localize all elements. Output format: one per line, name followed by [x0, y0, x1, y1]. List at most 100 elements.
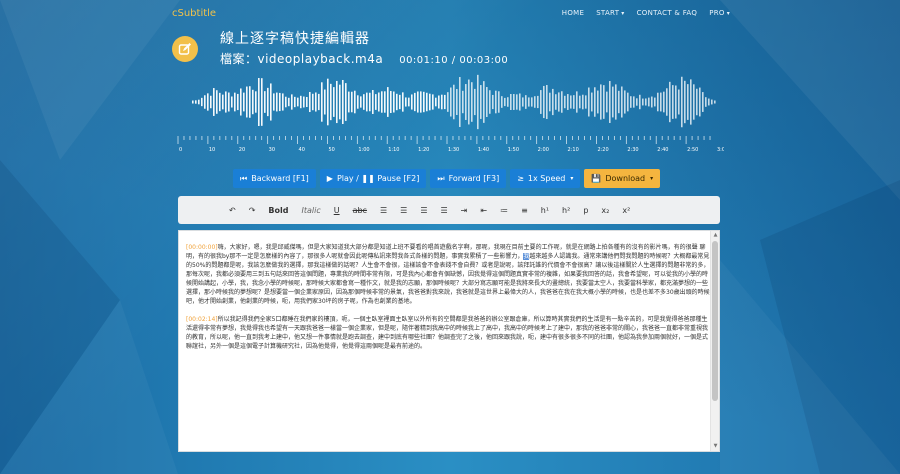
waveform-bar [588, 87, 590, 117]
waveform-bar [315, 92, 317, 112]
undo-icon[interactable]: ↶ [229, 206, 236, 215]
play-pause-button[interactable]: ▶ Play / ❚❚ Pause [F2] [319, 169, 427, 188]
outdent-icon[interactable]: ⇤ [480, 206, 487, 215]
timeline-label: 0 [179, 147, 182, 152]
ordered-list-icon[interactable]: ≔ [500, 206, 508, 215]
align-center-icon[interactable]: ☰ [400, 206, 407, 215]
transcript-editor[interactable]: [00:00:00]嗨，大家好，嗯，我是邱威傑嗎，但是大家知道我大部分都是知道上… [178, 230, 720, 452]
timeline-label: 1:50 [508, 147, 519, 152]
editor-scrollbar[interactable]: ▲ ▼ [710, 231, 719, 451]
waveform-bar [201, 97, 203, 107]
waveform-bar [459, 77, 461, 127]
waveform-bar [651, 96, 653, 108]
waveform-bar [354, 90, 356, 114]
download-dropdown[interactable]: 💾 Download ▾ [584, 169, 661, 188]
italic-button[interactable]: Italic [301, 206, 320, 215]
scroll-up-icon[interactable]: ▲ [712, 232, 719, 239]
indent-icon[interactable]: ⇥ [461, 206, 468, 215]
waveform-bar [513, 94, 515, 110]
waveform-bar [501, 96, 503, 108]
waveform-bar [240, 88, 242, 116]
subscript-button[interactable]: x₂ [601, 206, 609, 215]
audio-waveform[interactable]: 0 10 20 30 40 50 1:00 1:10 1:20 1:30 1:40 1:50 2:00 2… [176, 62, 724, 152]
redo-icon[interactable]: ↷ [249, 206, 256, 215]
waveform-bar [477, 74, 479, 130]
brand-logo[interactable]: cSubtitle [172, 8, 216, 19]
waveform-bar [636, 98, 638, 106]
waveform-bar [429, 93, 431, 111]
waveform-bar [396, 93, 398, 111]
waveform-bar [426, 92, 428, 112]
strikethrough-button[interactable]: abc [353, 206, 367, 215]
paragraph-button[interactable]: p [583, 206, 588, 215]
underline-button[interactable]: U [334, 206, 340, 215]
timeline-label: 2:30 [627, 147, 638, 152]
waveform-bar [471, 82, 473, 122]
waveform-bar [504, 97, 506, 107]
waveform-bar [390, 90, 392, 114]
speed-icon: ≥ [517, 174, 524, 183]
waveform-bar [447, 92, 449, 112]
waveform-bar [615, 84, 617, 120]
waveform-bar [618, 90, 620, 114]
waveform-bar [423, 91, 425, 113]
timeline-label: 3:00 [717, 147, 724, 152]
waveform-bar [417, 91, 419, 113]
align-justify-icon[interactable]: ☰ [440, 206, 447, 215]
waveform-bar [387, 87, 389, 117]
waveform-bar [300, 95, 302, 109]
timestamp[interactable]: [00:00:00] [186, 244, 218, 251]
timestamp[interactable]: [00:02:14] [186, 316, 218, 323]
bold-button[interactable]: Bold [268, 206, 288, 215]
nav-item-pro[interactable]: PRO ▾ [709, 9, 730, 17]
forward-button[interactable]: ⏭ Forward [F3] [430, 169, 507, 188]
waveform-bar [222, 94, 224, 110]
heading-1-button[interactable]: h¹ [541, 206, 549, 215]
waveform-bar [510, 94, 512, 110]
timeline-label: 2:00 [538, 147, 549, 152]
waveform-bar [339, 84, 341, 120]
waveform-bar [573, 95, 575, 109]
waveform-bar [309, 91, 311, 113]
nav-item-contact-faq[interactable]: CONTACT & FAQ [637, 9, 698, 17]
waveform-bar [195, 100, 197, 104]
waveform-bar [435, 97, 437, 107]
waveform-bar [327, 78, 329, 126]
waveform-bar [285, 96, 287, 108]
nav-item-start[interactable]: START ▾ [596, 9, 624, 17]
waveform-bar [495, 90, 497, 114]
speed-dropdown[interactable]: ≥1x Speed ▾ [510, 169, 581, 188]
scroll-down-icon[interactable]: ▼ [712, 443, 719, 450]
waveform-bar [318, 93, 320, 111]
waveform-bar [336, 80, 338, 124]
waveform-bar [492, 94, 494, 110]
align-left-icon[interactable]: ☰ [380, 206, 387, 215]
superscript-button[interactable]: x² [622, 206, 630, 215]
waveform-bar [633, 96, 635, 108]
transcript-paragraph: [00:02:14]所以我記得我們全家5口都睡在我們家的樓頂，呃，一個主臥室裡面… [186, 316, 709, 350]
waveform-bar [654, 97, 656, 107]
align-right-icon[interactable]: ☰ [420, 206, 427, 215]
backward-button[interactable]: ⏮ Backward [F1] [233, 169, 316, 188]
timeline-label: 1:20 [418, 147, 429, 152]
caret-down-icon: ▾ [726, 10, 730, 17]
waveform-bar [231, 96, 233, 108]
waveform-bar [648, 97, 650, 107]
waveform-bar [690, 79, 692, 125]
waveform-bar [534, 96, 536, 108]
waveform-bar [684, 80, 686, 124]
scrollbar-thumb[interactable] [712, 241, 718, 401]
waveform-bar [255, 91, 257, 113]
timeline-label: 20 [239, 147, 245, 152]
nav-item-home[interactable]: HOME [562, 9, 584, 17]
heading-2-button[interactable]: h² [562, 206, 570, 215]
waveform-bar [375, 94, 377, 110]
waveform-bar [609, 81, 611, 123]
waveform-bar [225, 91, 227, 113]
unordered-list-icon[interactable]: ≡ [521, 206, 528, 215]
waveform-bar [243, 92, 245, 112]
waveform-bar [483, 81, 485, 123]
waveform-bar [564, 95, 566, 109]
waveform-bar [276, 92, 278, 112]
waveform-bar [645, 98, 647, 106]
